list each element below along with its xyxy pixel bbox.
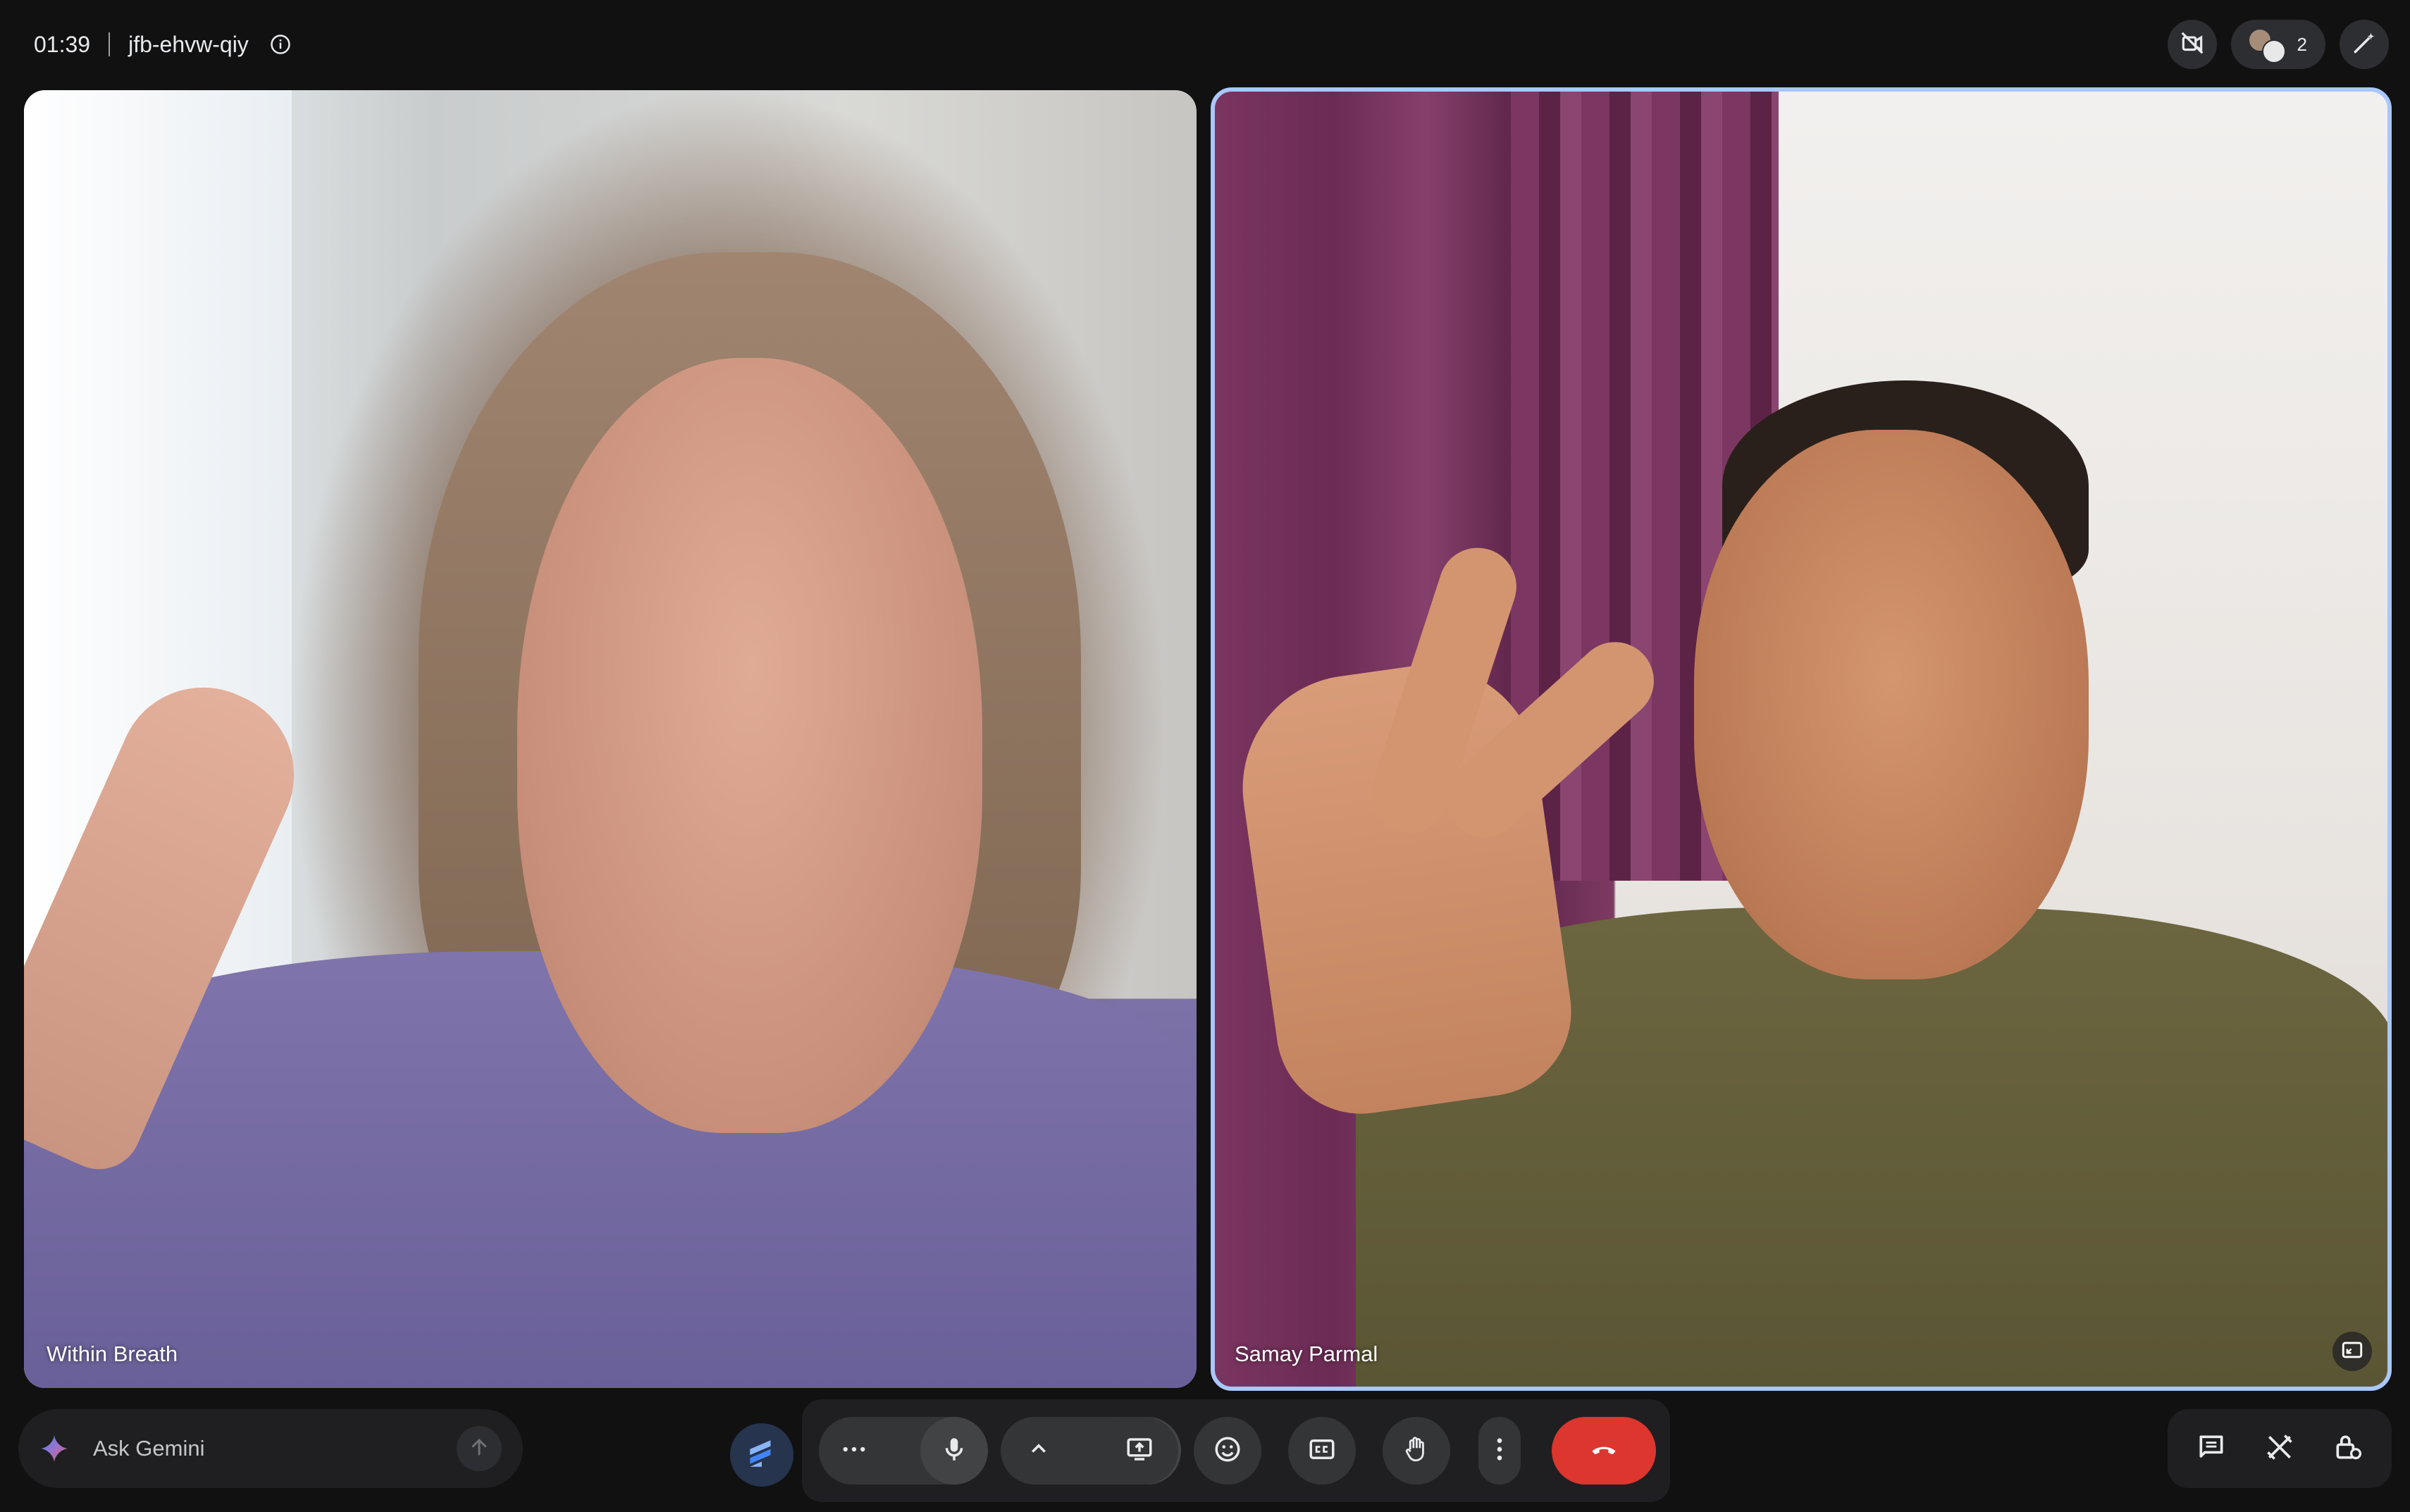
meeting-time: 01:39 (34, 31, 91, 57)
companion-icon (744, 1436, 779, 1475)
host-controls-icon (2332, 1432, 2363, 1466)
companion-button[interactable] (730, 1423, 793, 1487)
present-icon (1125, 1434, 1154, 1468)
raise-hand-button[interactable] (1383, 1417, 1450, 1485)
gemini-send-button[interactable] (457, 1426, 502, 1471)
gemini-input[interactable]: Ask Gemini (93, 1436, 457, 1461)
meeting-code: jfb-ehvw-qiy (128, 31, 249, 57)
participants-button[interactable]: 2 (2230, 20, 2325, 69)
participant-name: Within Breath (47, 1341, 178, 1366)
no-recording-icon (2179, 30, 2206, 60)
top-right-actions: 2 (2167, 20, 2389, 69)
chevron-up-icon (1024, 1434, 1053, 1468)
visual-effects-button[interactable] (2340, 20, 2389, 69)
top-bar: 01:39 jfb-ehvw-qiy 2 (0, 0, 2410, 89)
activities-button[interactable] (2251, 1420, 2308, 1477)
chat-icon (2196, 1432, 2227, 1466)
emoji-icon (1213, 1434, 1242, 1468)
microphone-button[interactable] (920, 1417, 988, 1485)
raise-hand-icon (1402, 1434, 1431, 1468)
activities-icon (2264, 1432, 2295, 1466)
present-button[interactable] (1101, 1417, 1178, 1485)
audio-settings-button[interactable] (834, 1431, 874, 1470)
ask-gemini-bar[interactable]: Ask Gemini (18, 1409, 523, 1488)
chat-button[interactable] (2183, 1420, 2239, 1477)
info-icon[interactable] (270, 34, 291, 55)
edit-wand-icon (2351, 30, 2378, 60)
side-panel-actions (2168, 1409, 2392, 1488)
mic-control-group (819, 1417, 988, 1485)
participant-count: 2 (2297, 33, 2307, 55)
divider (109, 32, 111, 56)
reactions-button[interactable] (1194, 1417, 1261, 1485)
send-arrow-icon (469, 1437, 490, 1461)
video-settings-button[interactable] (1019, 1431, 1058, 1470)
people-icon (2247, 28, 2286, 63)
participant-name: Samay Parmal (1235, 1341, 1378, 1366)
end-call-icon (1589, 1434, 1619, 1468)
gemini-sparkle-icon (39, 1434, 69, 1463)
call-controls (802, 1399, 1670, 1502)
pip-button[interactable] (2332, 1332, 2372, 1371)
pip-icon (2340, 1338, 2364, 1365)
video-tile-participant-2[interactable]: Samay Parmal (1211, 87, 2392, 1391)
captions-button[interactable] (1288, 1417, 1356, 1485)
captions-icon (1307, 1434, 1337, 1468)
more-options-button[interactable] (1478, 1417, 1521, 1485)
more-vert-icon (1485, 1434, 1514, 1468)
video-tile-participant-1[interactable]: Within Breath (24, 90, 1197, 1388)
end-call-button[interactable] (1552, 1417, 1656, 1485)
more-horiz-icon (839, 1434, 869, 1468)
host-controls-button[interactable] (2320, 1420, 2376, 1477)
mic-icon (939, 1434, 969, 1468)
meeting-info: 01:39 jfb-ehvw-qiy (34, 27, 291, 62)
recording-status-button[interactable] (2167, 20, 2217, 69)
